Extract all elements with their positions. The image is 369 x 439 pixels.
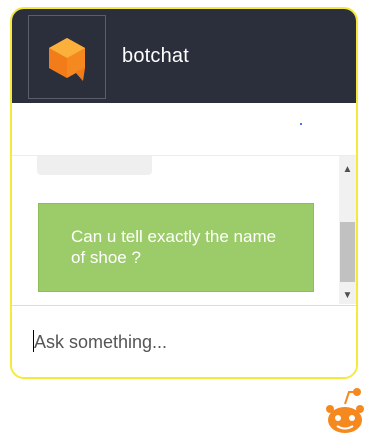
message-scrollbar[interactable]: ▲ ▼	[339, 156, 356, 304]
text-caret	[33, 330, 34, 352]
bot-name: botchat	[122, 45, 190, 67]
reddit-alien-icon[interactable]	[325, 386, 369, 436]
previous-message-bubble	[37, 156, 152, 175]
chat-widget: botchat Can u tell exactly the name of s…	[10, 7, 358, 379]
scrollbar-thumb[interactable]	[340, 222, 355, 282]
orange-speech-cube-icon	[49, 38, 85, 81]
bot-avatar	[28, 15, 106, 99]
input-area	[12, 305, 356, 377]
scroll-up-arrow-icon[interactable]: ▲	[339, 162, 356, 178]
scroll-down-arrow-icon[interactable]: ▼	[339, 288, 356, 304]
chat-header: botchat	[12, 9, 356, 103]
chat-subheader	[12, 103, 356, 156]
message-list[interactable]: Can u tell exactly the name of shoe ?	[12, 156, 340, 304]
user-message-bubble: Can u tell exactly the name of shoe ?	[38, 203, 314, 292]
indicator-dot	[300, 123, 302, 125]
ask-input[interactable]	[30, 328, 334, 356]
message-text: Can u tell exactly the name of shoe ?	[71, 227, 277, 267]
